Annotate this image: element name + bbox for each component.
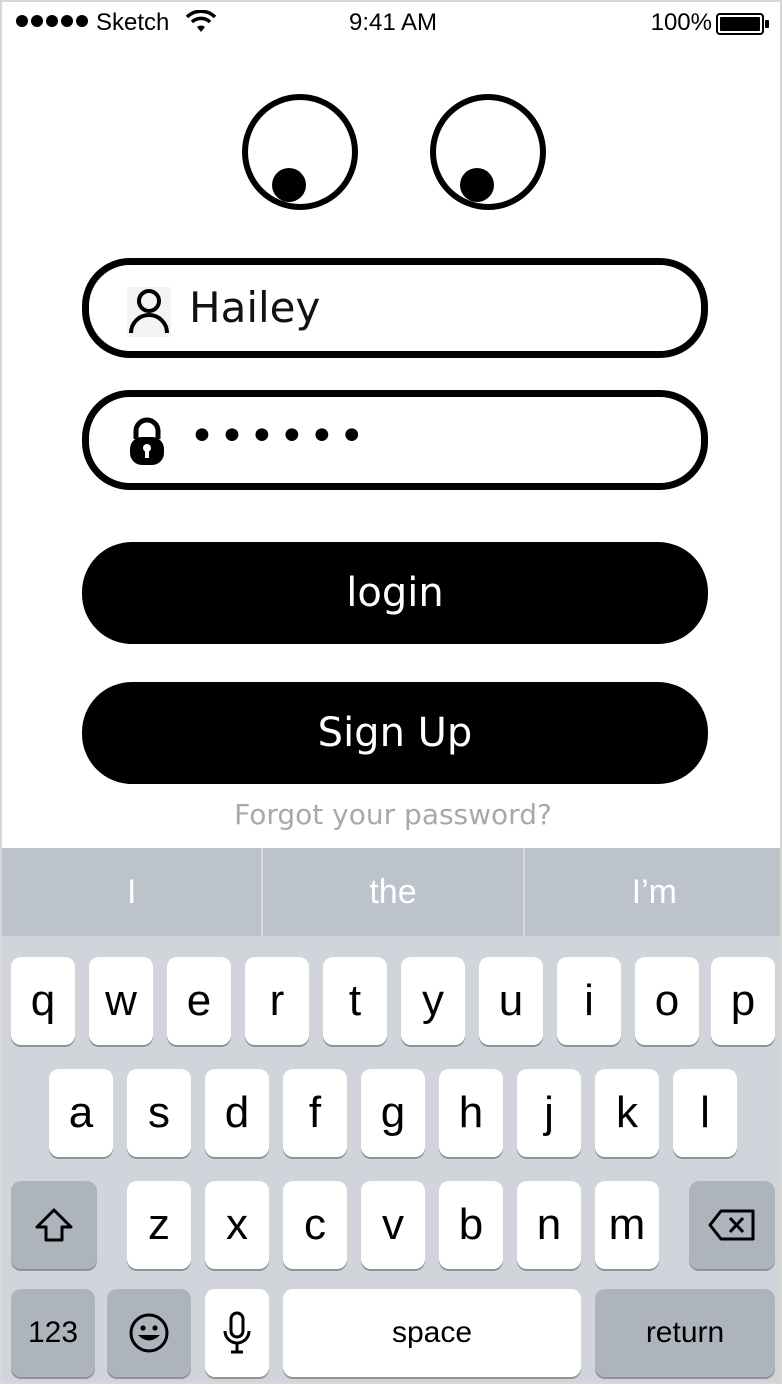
password-field[interactable]: •••••• — [82, 390, 708, 490]
return-key[interactable]: return — [595, 1289, 775, 1377]
backspace-icon — [708, 1209, 755, 1241]
suggestion-2[interactable]: the — [263, 848, 525, 936]
key-l[interactable]: l — [673, 1069, 737, 1157]
key-k[interactable]: k — [595, 1069, 659, 1157]
key-b[interactable]: b — [439, 1181, 503, 1269]
forgot-password-link[interactable]: Forgot your password? — [2, 798, 780, 831]
key-d[interactable]: d — [205, 1069, 269, 1157]
emoji-icon — [129, 1313, 169, 1353]
suggestion-1[interactable]: I — [2, 848, 264, 936]
status-bar: Sketch 9:41 AM 100% — [2, 2, 780, 46]
key-y[interactable]: y — [401, 957, 465, 1045]
key-q[interactable]: q — [11, 957, 75, 1045]
right-pupil — [460, 168, 494, 202]
microphone-icon — [223, 1311, 251, 1354]
left-eye-logo — [242, 94, 358, 210]
key-o[interactable]: o — [635, 957, 699, 1045]
key-z[interactable]: z — [127, 1181, 191, 1269]
lock-icon — [130, 417, 164, 465]
dictation-key[interactable] — [205, 1289, 269, 1377]
user-icon — [127, 287, 171, 337]
battery-percent: 100% — [650, 9, 712, 36]
key-p[interactable]: p — [711, 957, 775, 1045]
backspace-key[interactable] — [689, 1181, 775, 1269]
username-value: Hailey — [189, 283, 321, 332]
signup-button[interactable]: Sign Up — [82, 682, 708, 784]
login-button[interactable]: login — [82, 542, 708, 644]
keyboard: I the I’m q w e r t y u i o p a s d f g … — [2, 848, 780, 1382]
numbers-key[interactable]: 123 — [11, 1289, 95, 1377]
key-r[interactable]: r — [245, 957, 309, 1045]
shift-key[interactable] — [11, 1181, 97, 1269]
right-eye-logo — [430, 94, 546, 210]
shift-icon — [35, 1208, 73, 1242]
key-g[interactable]: g — [361, 1069, 425, 1157]
key-x[interactable]: x — [205, 1181, 269, 1269]
key-t[interactable]: t — [323, 957, 387, 1045]
suggestion-bar: I the I’m — [2, 848, 780, 936]
suggestion-3[interactable]: I’m — [525, 848, 780, 936]
key-s[interactable]: s — [127, 1069, 191, 1157]
key-a[interactable]: a — [49, 1069, 113, 1157]
app-screen: Sketch 9:41 AM 100% Hailey •••••• login … — [0, 0, 782, 1384]
key-w[interactable]: w — [89, 957, 153, 1045]
space-key[interactable]: space — [283, 1289, 581, 1377]
key-e[interactable]: e — [167, 957, 231, 1045]
battery-icon — [716, 13, 769, 35]
key-j[interactable]: j — [517, 1069, 581, 1157]
key-u[interactable]: u — [479, 957, 543, 1045]
key-c[interactable]: c — [283, 1181, 347, 1269]
key-h[interactable]: h — [439, 1069, 503, 1157]
key-v[interactable]: v — [361, 1181, 425, 1269]
key-m[interactable]: m — [595, 1181, 659, 1269]
password-mask: •••••• — [189, 411, 369, 462]
key-i[interactable]: i — [557, 957, 621, 1045]
left-pupil — [272, 168, 306, 202]
emoji-key[interactable] — [107, 1289, 191, 1377]
key-n[interactable]: n — [517, 1181, 581, 1269]
key-f[interactable]: f — [283, 1069, 347, 1157]
username-field[interactable]: Hailey — [82, 258, 708, 358]
